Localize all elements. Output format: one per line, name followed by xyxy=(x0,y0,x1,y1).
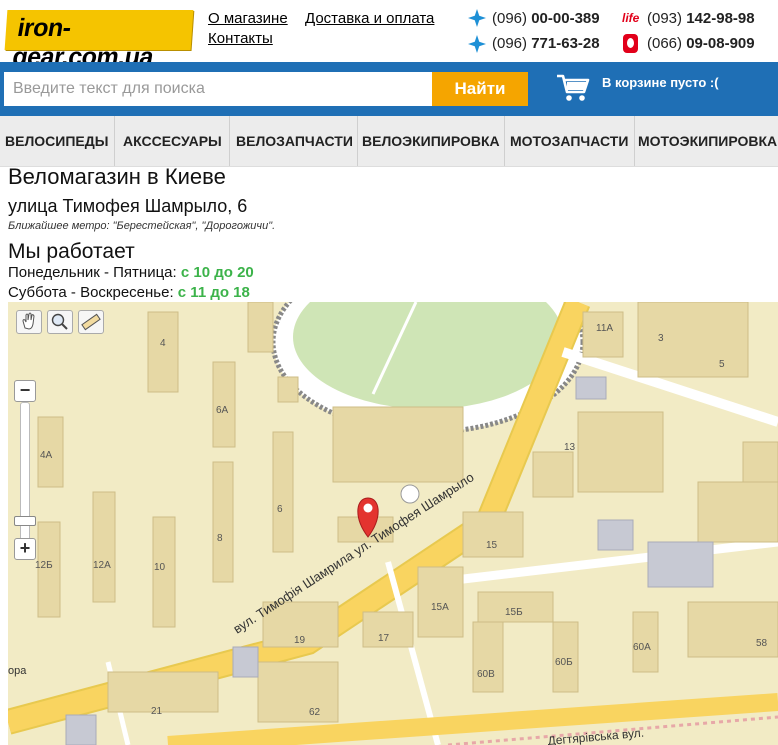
svg-text:5: 5 xyxy=(719,359,725,370)
svg-text:6: 6 xyxy=(277,504,283,515)
zoom-slider-knob[interactable] xyxy=(14,516,36,526)
svg-text:10: 10 xyxy=(154,562,166,573)
svg-text:12А: 12А xyxy=(93,560,111,571)
store-address: улица Тимофея Шамрыло, 6 xyxy=(8,196,248,216)
hours-title: Мы работает xyxy=(8,240,135,263)
svg-text:6А: 6А xyxy=(216,405,229,416)
svg-text:15: 15 xyxy=(486,540,498,551)
category-nav: ВЕЛОСИПЕДЫ АКССЕСУАРЫ ВЕЛОЗАПЧАСТИ ВЕЛОЭ… xyxy=(0,116,778,167)
life-badge: life xyxy=(622,11,640,25)
nav-moto-parts[interactable]: МОТОЗАПЧАСТИ xyxy=(510,116,628,166)
svg-text:21: 21 xyxy=(151,706,163,717)
nav-bicycles[interactable]: ВЕЛОСИПЕДЫ xyxy=(5,116,108,166)
svg-text:11А: 11А xyxy=(596,323,613,334)
search-input[interactable]: Введите текст для поиска xyxy=(4,72,432,106)
phone-4[interactable]: (066) 09-08-909 xyxy=(647,35,755,52)
weekend-hours: Суббота - Воскресенье: с 11 до 18 xyxy=(8,284,250,301)
svg-text:12Б: 12Б xyxy=(35,560,53,571)
svg-text:4А: 4А xyxy=(40,450,53,461)
mts-icon xyxy=(623,34,638,53)
svg-text:60В: 60В xyxy=(477,669,495,680)
cart-icon[interactable] xyxy=(556,73,590,103)
weekday-hours: Понедельник - Пятница: с 10 до 20 xyxy=(8,264,254,281)
svg-text:15Б: 15Б xyxy=(505,607,523,618)
zoom-in-button[interactable]: + xyxy=(14,538,36,560)
map-canvas[interactable]: вул. Тимофія Шамрила ул. Тимофея Шамрыло… xyxy=(8,302,778,745)
phone-1[interactable]: (096) 00-00-389 xyxy=(492,10,600,27)
link-contacts[interactable]: Контакты xyxy=(208,30,273,47)
svg-text:15А: 15А xyxy=(431,602,449,613)
svg-text:58: 58 xyxy=(756,638,768,649)
store-map[interactable]: вул. Тимофія Шамрила ул. Тимофея Шамрыло… xyxy=(8,302,778,745)
site-header: iron-gear.com.ua О магазине Доставка и о… xyxy=(0,0,778,71)
search-bar: Введите текст для поиска Найти В корзине… xyxy=(0,62,778,116)
svg-text:60Б: 60Б xyxy=(555,657,573,668)
phone-3[interactable]: (096) 771-63-28 xyxy=(492,35,600,52)
zoom-out-button[interactable]: − xyxy=(14,380,36,402)
zoom-magnifier-icon[interactable] xyxy=(47,310,73,334)
svg-text:8: 8 xyxy=(217,533,223,544)
metro-info: Ближайшее метро: "Берестейская", "Дорого… xyxy=(8,220,276,232)
svg-text:3: 3 xyxy=(658,333,664,344)
page-title: Веломагазин в Киеве xyxy=(8,164,226,189)
svg-text:13: 13 xyxy=(564,442,576,453)
nav-moto-gear[interactable]: МОТОЭКИПИРОВКА xyxy=(638,116,777,166)
link-delivery[interactable]: Доставка и оплата xyxy=(305,10,434,27)
site-logo[interactable]: iron-gear.com.ua xyxy=(4,10,194,71)
hand-icon[interactable] xyxy=(16,310,42,334)
svg-text:62: 62 xyxy=(309,707,321,718)
kyivstar-star-icon xyxy=(468,35,486,53)
link-about[interactable]: О магазине xyxy=(208,10,288,27)
svg-text:19: 19 xyxy=(294,635,306,646)
phone-2[interactable]: (093) 142-98-98 xyxy=(647,10,755,27)
nav-accessories[interactable]: АКССЕСУАРЫ xyxy=(123,116,222,166)
map-edge-label: ора xyxy=(8,665,27,677)
search-button[interactable]: Найти xyxy=(432,72,528,106)
ruler-icon[interactable] xyxy=(78,310,104,334)
svg-text:60А: 60А xyxy=(633,642,651,653)
svg-text:4: 4 xyxy=(160,338,166,349)
cart-status[interactable]: В корзине пусто :( xyxy=(602,75,719,90)
nav-bike-gear[interactable]: ВЕЛОЭКИПИРОВКА xyxy=(362,116,500,166)
kyivstar-star-icon xyxy=(468,9,486,27)
svg-text:17: 17 xyxy=(378,633,390,644)
nav-bike-parts[interactable]: ВЕЛОЗАПЧАСТИ xyxy=(236,116,353,166)
